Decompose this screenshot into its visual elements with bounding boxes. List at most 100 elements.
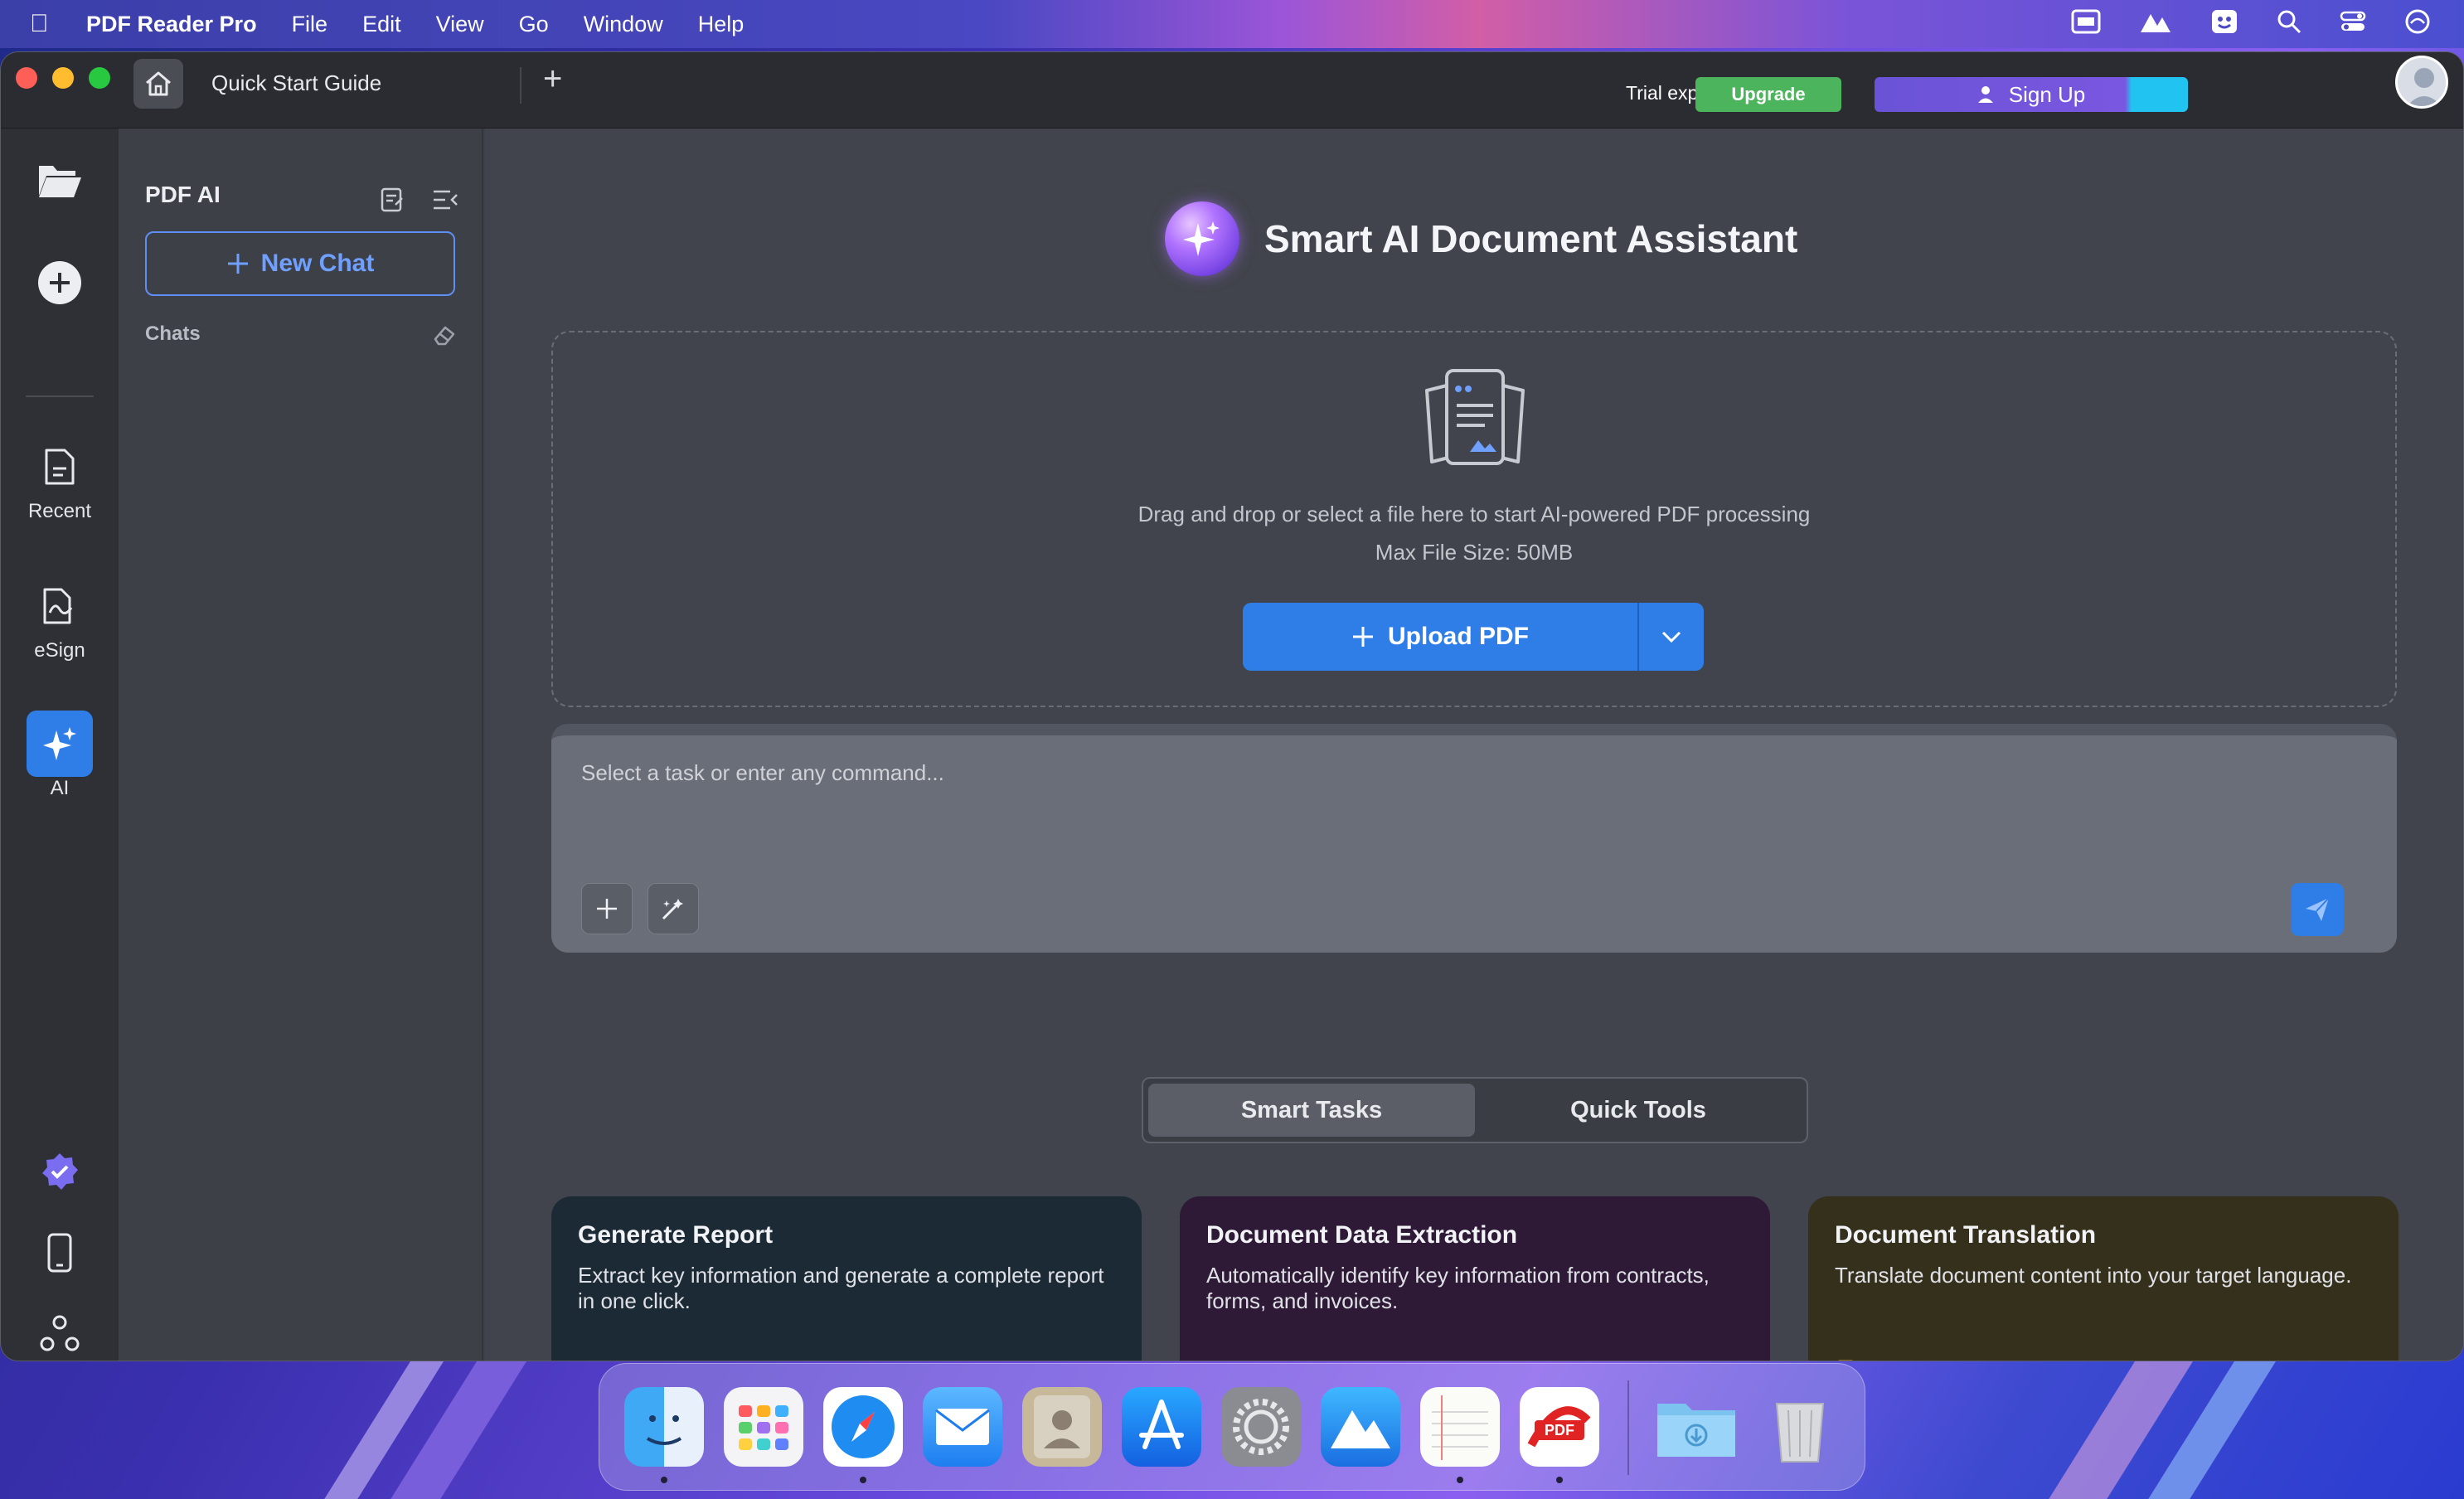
plus-icon <box>1353 627 1373 647</box>
plus-circle-icon <box>38 261 81 304</box>
rail-divider <box>26 395 94 397</box>
report-chart-icon <box>578 1359 611 1361</box>
rail-recent-label: Recent <box>27 500 92 522</box>
phone-icon <box>47 1233 72 1273</box>
send-icon <box>2306 897 2330 921</box>
trash-icon <box>1775 1403 1825 1463</box>
folder-icon <box>39 166 81 197</box>
rail-recent[interactable]: Recent <box>1 434 119 523</box>
avatar[interactable] <box>2395 56 2448 109</box>
magic-wand-icon <box>662 899 683 920</box>
home-button[interactable] <box>133 59 183 109</box>
card-generate-report[interactable]: Generate Report Extract key information … <box>551 1196 1142 1361</box>
dock-divider <box>1627 1380 1629 1475</box>
menu-app-name[interactable]: PDF Reader Pro <box>86 12 257 37</box>
dock-trash[interactable] <box>1760 1387 1840 1467</box>
minimize-window-button[interactable] <box>52 67 74 89</box>
rail-badge[interactable] <box>1 1138 119 1205</box>
control-center-icon[interactable] <box>2340 9 2366 40</box>
menu-file[interactable]: File <box>292 12 328 37</box>
notes-icon <box>1432 1395 1488 1460</box>
plus-icon <box>597 899 617 919</box>
mail-icon <box>935 1409 990 1445</box>
card-description: Extract key information and generate a c… <box>578 1263 1104 1313</box>
menu-extras <box>2071 0 2431 48</box>
tab-smart-tasks[interactable]: Smart Tasks <box>1148 1084 1475 1137</box>
apple-icon[interactable]:  <box>30 10 63 38</box>
launchpad-icon <box>739 1405 788 1450</box>
esign-icon <box>43 588 73 624</box>
dock-system-settings[interactable] <box>1221 1387 1301 1467</box>
rail-esign[interactable]: eSign <box>1 573 119 662</box>
dock-mail[interactable] <box>923 1387 1002 1467</box>
chat-history-icon[interactable] <box>379 187 405 213</box>
rail-esign-label: eSign <box>34 639 85 662</box>
menu-edit[interactable]: Edit <box>362 12 401 37</box>
file-drop-zone[interactable]: Drag and drop or select a file here to s… <box>551 331 2397 707</box>
new-chat-label: New Chat <box>260 250 375 277</box>
dock-pdf-reader-pro[interactable]: PDF <box>1520 1387 1599 1467</box>
upload-pdf-label: Upload PDF <box>1388 623 1529 650</box>
siri-icon[interactable] <box>2404 8 2431 41</box>
new-chat-button[interactable]: New Chat <box>145 231 455 296</box>
rail-community[interactable] <box>1 1301 119 1361</box>
contacts-icon <box>1034 1395 1090 1458</box>
clear-chats-icon[interactable] <box>430 321 457 347</box>
dock-mountain-app[interactable] <box>1321 1387 1400 1467</box>
face-status-icon[interactable] <box>2210 8 2238 41</box>
tab-quick-tools[interactable]: Quick Tools <box>1475 1084 1802 1137</box>
dock-downloads-folder[interactable] <box>1652 1387 1735 1467</box>
left-rail: Recent eSign AI <box>1 129 119 1361</box>
dock-launchpad[interactable] <box>724 1387 803 1467</box>
send-button[interactable] <box>2291 883 2344 936</box>
rail-mobile[interactable] <box>1 1220 119 1286</box>
sign-up-label: Sign Up <box>2008 81 2086 107</box>
upgrade-button[interactable]: Upgrade <box>1695 77 1841 112</box>
rail-ai[interactable]: AI <box>1 711 119 800</box>
sign-up-button[interactable]: Sign Up <box>1875 77 2188 112</box>
drop-instruction: Drag and drop or select a file here to s… <box>1137 502 1811 526</box>
rail-create[interactable] <box>1 250 119 316</box>
dock-finder[interactable] <box>624 1387 704 1467</box>
dock-running-dot <box>1457 1477 1463 1483</box>
rail-open-files[interactable] <box>1 147 119 213</box>
dock-contacts[interactable] <box>1022 1387 1102 1467</box>
menu-go[interactable]: Go <box>519 12 549 37</box>
menu-view[interactable]: View <box>436 12 484 37</box>
dock-running-dot <box>860 1477 866 1483</box>
command-box <box>551 724 2397 953</box>
dock-running-dot <box>1556 1477 1563 1483</box>
card-title: Generate Report <box>578 1221 774 1249</box>
new-tab-button[interactable]: + <box>543 61 562 98</box>
mountain-status-icon[interactable] <box>2139 9 2172 40</box>
tab-divider <box>520 67 521 104</box>
menu-bar:  PDF Reader Pro File Edit View Go Windo… <box>0 0 2464 48</box>
dock-notes[interactable] <box>1420 1387 1500 1467</box>
dock-running-dot <box>661 1477 667 1483</box>
gear-icon <box>1233 1399 1289 1455</box>
close-window-button[interactable] <box>16 67 37 89</box>
upload-pdf-button[interactable]: Upload PDF <box>1243 603 1704 671</box>
upload-options-dropdown[interactable] <box>1639 603 1704 671</box>
menu-window[interactable]: Window <box>584 12 663 37</box>
magic-prompt-button[interactable] <box>648 883 699 934</box>
rail-ai-label: AI <box>50 777 70 799</box>
document-tab[interactable]: Quick Start Guide <box>211 70 381 96</box>
collapse-sidebar-icon[interactable] <box>432 188 458 211</box>
zoom-window-button[interactable] <box>89 67 110 89</box>
dock-safari[interactable] <box>823 1387 903 1467</box>
menu-help[interactable]: Help <box>698 12 745 37</box>
ai-orb-icon <box>1165 201 1239 276</box>
pdf-status-icon[interactable] <box>2071 8 2101 41</box>
hero-header: Smart AI Document Assistant <box>1165 201 1797 276</box>
search-icon[interactable] <box>2277 9 2302 40</box>
downloads-folder-icon <box>1657 1404 1735 1457</box>
card-data-extraction[interactable]: Document Data Extraction Automatically i… <box>1180 1196 1770 1361</box>
command-input[interactable] <box>581 760 2239 786</box>
upload-pdf-main[interactable]: Upload PDF <box>1243 603 1639 671</box>
card-translation[interactable]: Document Translation Translate document … <box>1808 1196 2399 1361</box>
card-title: Document Data Extraction <box>1206 1221 1518 1249</box>
attach-button[interactable] <box>581 883 633 934</box>
verified-badge-icon <box>42 1153 78 1190</box>
dock-app-store[interactable] <box>1122 1387 1201 1467</box>
